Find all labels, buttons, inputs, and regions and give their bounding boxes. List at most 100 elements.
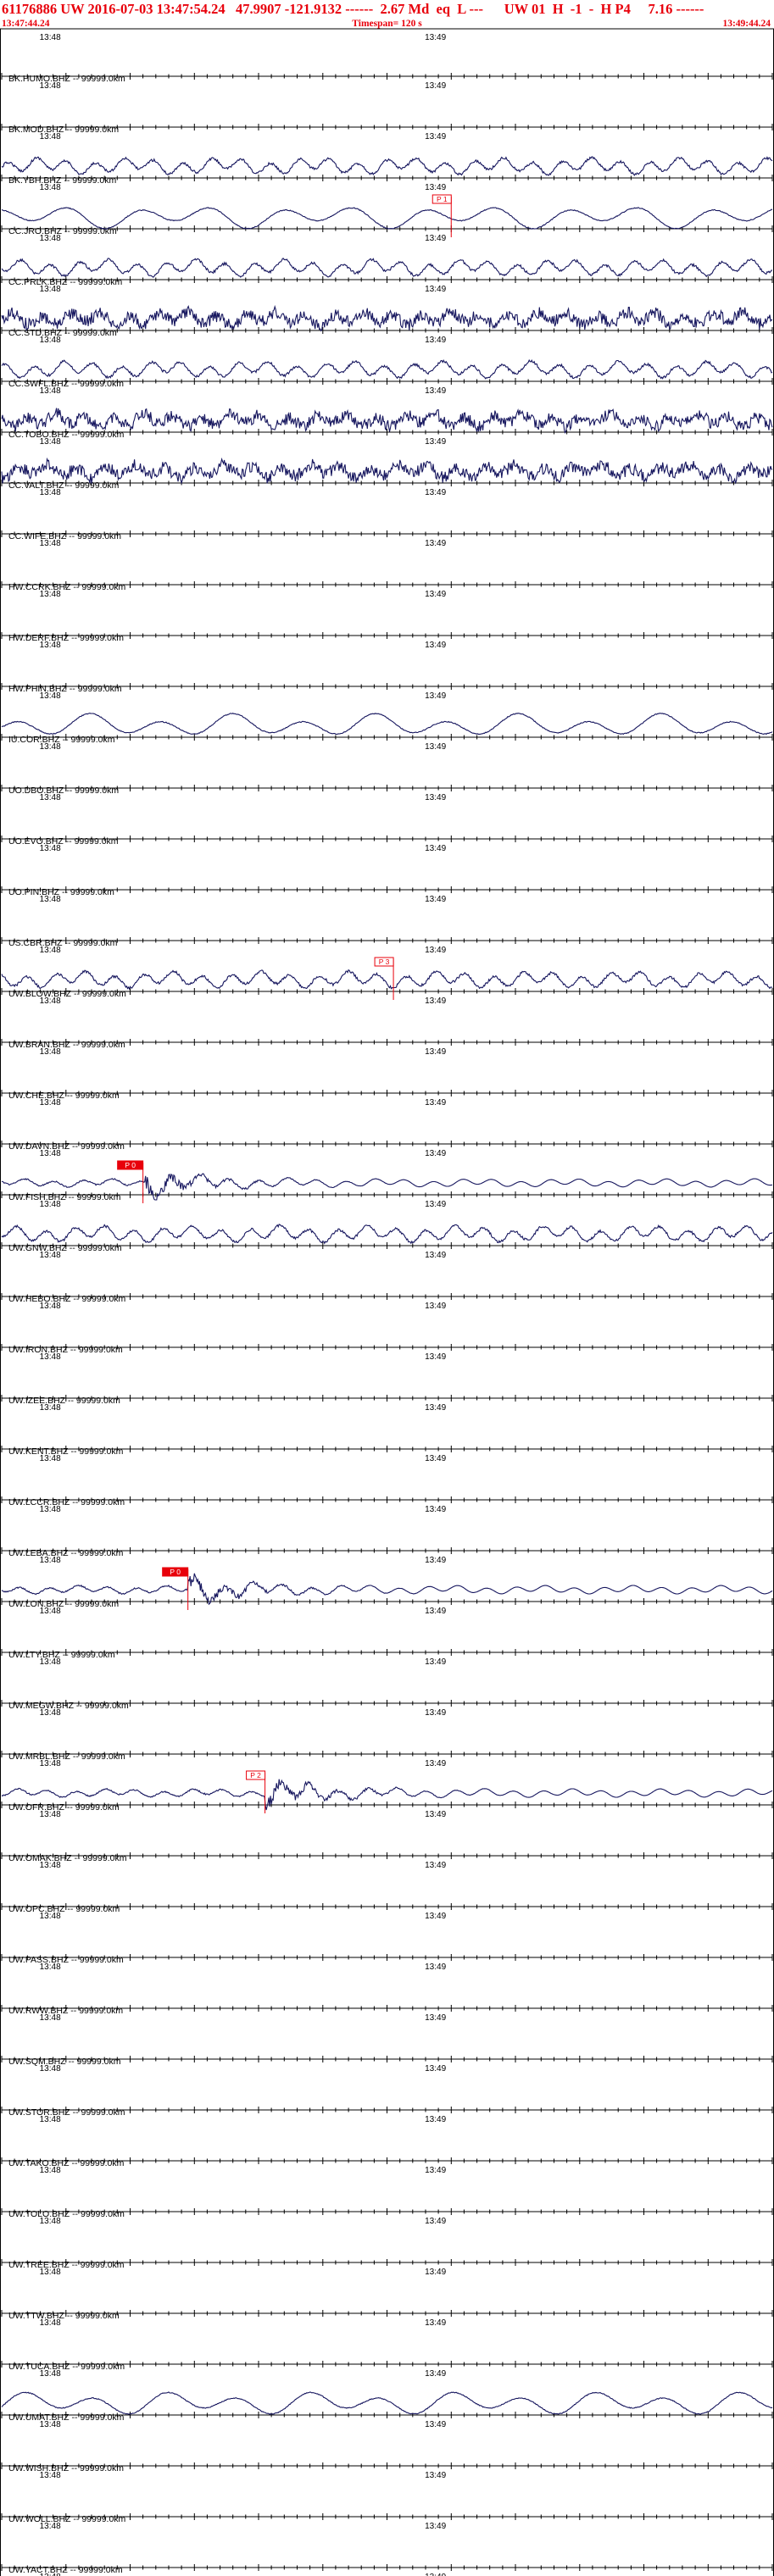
time-tick-label: 13:49 [425, 793, 446, 802]
time-tick-label: 13:49 [425, 1047, 446, 1057]
time-tick-label: 13:49 [425, 1251, 446, 1260]
time-tick-label: 13:49 [425, 1810, 446, 1819]
station-label: UW.GNW.BHZ -- 99999.0km [8, 1243, 122, 1253]
phase-pick-label: P 0 [170, 1568, 181, 1576]
time-axis-ticks [1, 327, 773, 334]
time-tick-label: 13:49 [425, 539, 446, 548]
station-label: CC.WIFE.BHZ -- 99999.0km [8, 531, 121, 541]
station-label: UW.LCCR.BHZ -- 99999.0km [8, 1497, 125, 1507]
time-tick-label: 13:49 [425, 1861, 446, 1870]
time-axis-ticks [1, 225, 773, 232]
station-label: CC.VALT.BHZ -- 99999.0km [8, 480, 120, 491]
time-tick-label: 13:49 [425, 1454, 446, 1463]
time-tick-label: 13:49 [425, 641, 446, 650]
time-tick-label: 13:49 [425, 2318, 446, 2328]
station-label: UW.OMAK.BHZ -- 99999.0km [8, 1853, 127, 1863]
time-tick-label: 13:49 [425, 742, 446, 752]
time-tick-label: 13:49 [425, 33, 446, 42]
time-tick-label: 13:49 [425, 183, 446, 192]
station-label: UW.TAKO.BHZ -- 99999.0km [8, 2158, 125, 2168]
station-label: UW.MRBL.BHZ -- 99999.0km [8, 1752, 125, 1762]
station-label: UW.BRAN.BHZ -- 99999.0km [8, 1040, 125, 1050]
time-tick-label: 13:49 [425, 1556, 446, 1565]
time-tick-label: 13:49 [425, 1505, 446, 1514]
station-label: UW.LTY.BHZ -- 99999.0km [8, 1650, 115, 1660]
station-label: BK.MOD.BHZ -- 99999.0km [8, 125, 119, 135]
station-label: CC.PRLK.BHZ -- 99999.0km [8, 277, 122, 287]
time-tick-label: 13:49 [425, 386, 446, 396]
station-label: UW.PASS.BHZ -- 99999.0km [8, 1955, 124, 1965]
station-label: UW.KENT.BHZ -- 99999.0km [8, 1446, 124, 1457]
time-tick-label: 13:49 [425, 1708, 446, 1718]
time-tick-label: 13:49 [425, 2471, 446, 2480]
time-tick-label: 13:49 [425, 997, 446, 1006]
station-label: UW.TOLO.BHZ -- 99999.0km [8, 2209, 125, 2219]
station-label: UW.OPC.BHZ -- 99999.0km [8, 1904, 120, 1914]
time-tick-label: 13:49 [425, 1963, 446, 1972]
time-tick-label: 13:49 [425, 895, 446, 904]
time-tick-label: 13:49 [425, 946, 446, 955]
phase-pick-label: P 1 [437, 195, 448, 203]
time-tick-label: 13:49 [425, 336, 446, 345]
waveform-trace [1, 156, 773, 176]
time-tick-label: 13:49 [425, 1302, 446, 1311]
time-axis-ticks [1, 1649, 773, 1656]
station-label: HW.PHIN.BHZ -- 99999.0km [8, 684, 122, 694]
time-tick-label: 13:49 [425, 2522, 446, 2531]
station-label: UW.TREE.BHZ -- 99999.0km [8, 2260, 125, 2270]
station-label: UW.RWW.BHZ -- 99999.0km [8, 2006, 123, 2016]
station-label: UW.LEBA.BHZ -- 99999.0km [8, 1548, 124, 1558]
seismogram-plot: 13:48 13:4913:48 13:49BK.HUMO.BHZ -- 99999… [0, 28, 774, 2576]
station-label: UW.MEGW.BHZ -- 99999.0km [8, 1701, 129, 1711]
time-tick-label: 13:49 [425, 1149, 446, 1158]
phase-pick-label: P 2 [250, 1771, 261, 1779]
station-label: UO.DBO.BHZ -- 99999.0km [8, 786, 119, 796]
waveform-trace [1, 713, 773, 736]
time-tick-label: 13:49 [425, 234, 446, 243]
station-label: HW.CCRK.BHZ -- 99999.0km [8, 582, 126, 592]
time-tick-label: 13:49 [425, 1098, 446, 1108]
time-tick-label: 13:48 [40, 33, 61, 42]
phase-pick-label: P 0 [125, 1161, 136, 1169]
waveform-trace [1, 1224, 773, 1245]
station-label: UW.TTW.BHZ -- 99999.0km [8, 2311, 120, 2321]
station-label: US.CBR.BHZ -- 99999.0km [8, 938, 118, 948]
time-tick-label: 13:49 [425, 2166, 446, 2175]
station-label: UW.BLOW.BHZ -- 99999.0km [8, 989, 126, 999]
time-tick-label: 13:49 [425, 437, 446, 447]
time-axis-ticks [1, 734, 773, 741]
time-tick-label: 13:49 [425, 2217, 446, 2226]
time-tick-label: 13:49 [425, 1607, 446, 1616]
time-tick-label: 13:49 [425, 1200, 446, 1209]
station-label: BK.YBH.BHZ -- 99999.0km [8, 175, 116, 186]
station-label: CC.STD.BHZ -- 99999.0km [8, 328, 117, 338]
time-tick-label: 13:49 [425, 1403, 446, 1413]
station-label: UW.TUCA.BHZ -- 99999.0km [8, 2362, 125, 2372]
time-tick-label: 13:49 [425, 691, 446, 701]
time-tick-label: 13:49 [425, 1657, 446, 1667]
time-tick-label: 13:49 [425, 488, 446, 497]
station-label: UW.HEBO.BHZ -- 99999.0km [8, 1294, 126, 1304]
station-label: UW.STOR.BHZ -- 99999.0km [8, 2107, 125, 2118]
time-tick-label: 13:49 [425, 81, 446, 91]
time-tick-label: 13:49 [425, 2064, 446, 2074]
station-label: UO.PIN.BHZ -- 99999.0km [8, 887, 114, 897]
time-tick-label: 13:49 [425, 2013, 446, 2023]
station-label: UO.EVO.BHZ -- 99999.0km [8, 836, 119, 847]
time-tick-label: 13:49 [425, 285, 446, 294]
waveform-trace [1, 969, 773, 991]
station-label: CC.TOBO.BHZ -- 99999.0km [8, 430, 125, 440]
station-label: UW.LON.BHZ -- 99999.0km [8, 1599, 119, 1609]
station-label: UW.IZEE.BHZ -- 99999.0km [8, 1396, 120, 1406]
time-tick-label: 13:49 [425, 1912, 446, 1921]
time-axis-ticks [1, 886, 773, 893]
time-tick-label: 13:49 [425, 2115, 446, 2124]
station-label: UW.YACT.BHZ -- 99999.0km [8, 2565, 123, 2575]
time-tick-label: 13:49 [425, 844, 446, 853]
waveform-trace [1, 258, 773, 278]
station-label: UW.WISH.BHZ -- 99999.0km [8, 2463, 124, 2473]
station-label: IU.COR.BHZ -- 99999.0km [8, 735, 115, 745]
time-tick-label: 13:49 [425, 1352, 446, 1362]
station-label: HW.DERF.BHZ -- 99999.0km [8, 633, 124, 643]
time-tick-label: 13:49 [425, 590, 446, 599]
